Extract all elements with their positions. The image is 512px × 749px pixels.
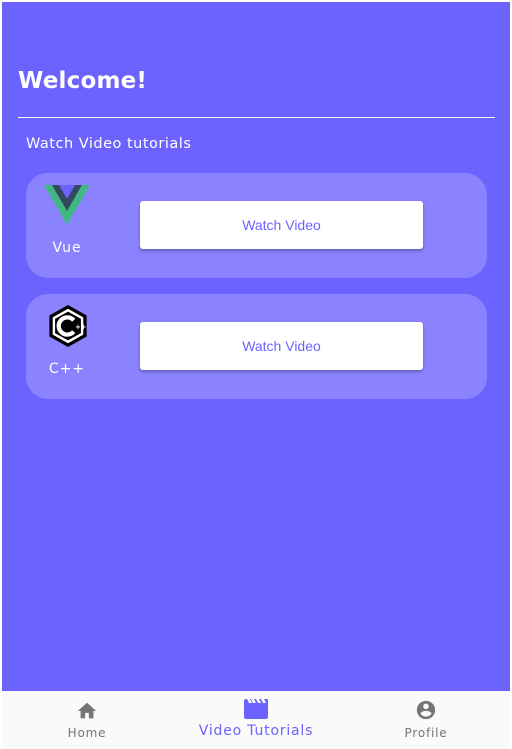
- home-icon: [77, 702, 97, 719]
- tutorial-card-vue: Vue Watch Video: [26, 173, 487, 278]
- title-divider: [18, 117, 495, 118]
- page-title: Welcome!: [18, 68, 148, 94]
- svg-text:++: ++: [75, 323, 86, 331]
- app-screen: Welcome! Watch Video tutorials Vue Watch…: [0, 0, 512, 749]
- tutorial-card-cpp: ++ C++ Watch Video: [26, 294, 487, 399]
- nav-item-home[interactable]: Home: [37, 691, 137, 749]
- main-content: Welcome! Watch Video tutorials Vue Watch…: [2, 2, 510, 691]
- nav-item-video-tutorials[interactable]: Video Tutorials: [176, 691, 336, 749]
- nav-item-profile[interactable]: Profile: [376, 691, 476, 749]
- vue-logo-icon: [44, 185, 90, 225]
- watch-video-button-cpp[interactable]: Watch Video: [140, 322, 423, 370]
- watch-video-button-vue[interactable]: Watch Video: [140, 201, 423, 249]
- nav-label-profile: Profile: [404, 726, 448, 740]
- card-label: C++: [48, 361, 86, 377]
- cpp-logo-icon: ++: [49, 304, 87, 348]
- bottom-navigation: Home Video Tutorials Profile: [2, 691, 510, 749]
- nav-label-home: Home: [67, 726, 107, 740]
- nav-label-video-tutorials: Video Tutorials: [198, 723, 314, 739]
- video-clapperboard-icon: [244, 699, 268, 719]
- card-label: Vue: [52, 240, 82, 256]
- account-circle-icon: [416, 700, 436, 720]
- section-subtitle: Watch Video tutorials: [26, 136, 192, 152]
